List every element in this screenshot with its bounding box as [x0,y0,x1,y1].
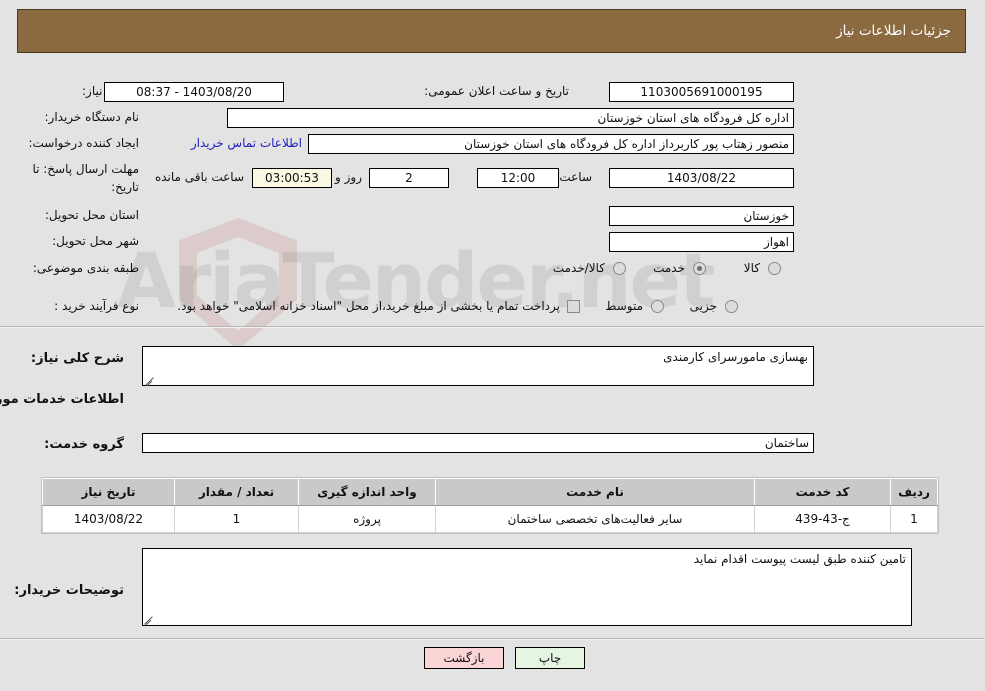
col-unit: واحد اندازه گیری [299,478,437,506]
cell-service-name: سایر فعالیت‌های تخصصی ساختمان [436,505,756,533]
services-section-heading: اطلاعات خدمات مورد نیاز [0,392,125,407]
remaining-time-label: ساعت باقی مانده [155,170,245,184]
radio-category-kala[interactable] [769,262,782,275]
cell-row-no: 1 [891,505,939,533]
process-label: نوع فرآیند خرید : [55,299,140,313]
buyer-notes-label: توضیحات خریدار: [15,583,125,598]
col-service-name: نام خدمت [436,478,756,506]
need-number-value: 1103005691000195 [610,82,795,102]
cell-need-date: 1403/08/22 [43,505,176,533]
radio-process-motavaset-label: متوسط [606,299,644,313]
requester-label: ایجاد کننده درخواست: [29,136,140,150]
services-table-head: ردیف کد خدمت نام خدمت واحد اندازه گیری ت… [43,478,939,506]
col-row-no: ردیف [891,478,939,506]
remaining-days-label: روز و [336,170,363,184]
cell-service-code: ج-43-439 [755,505,892,533]
buyer-notes-value[interactable]: تامین کننده طبق لیست پیوست اقدام نماید [143,548,913,626]
announce-datetime-value: 08:37 - 1403/08/20 [105,82,285,102]
province-label: استان محل تحویل: [45,208,140,222]
province-value: خوزستان [610,206,795,226]
table-row: 1 ج-43-439 سایر فعالیت‌های تخصصی ساختمان… [43,505,939,533]
buyer-contact-link[interactable]: اطلاعات تماس خریدار [192,136,303,150]
announce-datetime-label: تاریخ و ساعت اعلان عمومی: [425,84,570,98]
table-header-row: ردیف کد خدمت نام خدمت واحد اندازه گیری ت… [43,478,939,506]
treasury-bonds-checkbox[interactable] [568,300,581,313]
col-service-code: کد خدمت [755,478,892,506]
general-description-label: شرح کلی نیاز: [31,351,125,366]
radio-category-kala-label: کالا [744,261,761,275]
radio-process-jozi[interactable] [726,300,739,313]
col-need-date: تاریخ نیاز [43,478,176,506]
back-button[interactable]: بازگشت [425,647,505,669]
city-value: اهواز [610,232,795,252]
services-table-wrapper: ردیف کد خدمت نام خدمت واحد اندازه گیری ت… [42,477,940,534]
category-label: طبقه بندی موضوعی: [33,261,140,275]
deadline-label-line1: مهلت ارسال پاسخ: تا [33,162,140,176]
city-label: شهر محل تحویل: [53,234,140,248]
deadline-hour-label: ساعت [560,170,593,184]
page-title: جزئیات اطلاعات نیاز [837,23,952,39]
print-button[interactable]: چاپ [516,647,586,669]
remaining-days-value: 2 [370,168,450,188]
cell-quantity: 1 [175,505,300,533]
services-table-body: 1 ج-43-439 سایر فعالیت‌های تخصصی ساختمان… [43,505,939,533]
divider-footer [0,638,985,640]
radio-category-khedmat[interactable] [694,262,707,275]
remaining-time-value: 03:00:53 [253,168,333,188]
deadline-hour-value: 12:00 [478,168,560,188]
radio-category-kala-khedmat-label: کالا/خدمت [553,261,606,275]
col-quantity: تعداد / مقدار [175,478,300,506]
radio-category-kala-khedmat[interactable] [614,262,627,275]
buyer-org-label: نام دستگاه خریدار: [45,110,141,124]
service-group-label: گروه خدمت: [45,437,125,452]
radio-process-jozi-label: جزیی [690,299,718,313]
radio-category-khedmat-label: خدمت [654,261,686,275]
general-description-value[interactable]: بهسازی مامورسرای کارمندی [143,346,815,386]
service-group-value: ساختمان [143,433,815,453]
deadline-label-line2: تاریخ: [112,180,140,194]
cell-unit: پروژه [299,505,437,533]
deadline-date-value: 1403/08/22 [610,168,795,188]
divider-top-block [0,326,985,328]
buyer-org-value: اداره کل فرودگاه های استان خوزستان [228,108,795,128]
radio-process-motavaset[interactable] [652,300,665,313]
treasury-bonds-label: پرداخت تمام یا بخشی از مبلغ خرید،از محل … [178,299,561,313]
requester-value: منصور زهتاب پور کاربرداز اداره کل فرودگا… [309,134,795,154]
services-table: ردیف کد خدمت نام خدمت واحد اندازه گیری ت… [43,478,939,533]
page-header-bar: جزئیات اطلاعات نیاز [18,9,967,53]
page-surface: جزئیات اطلاعات نیاز شماره نیاز: 11030056… [0,0,985,691]
